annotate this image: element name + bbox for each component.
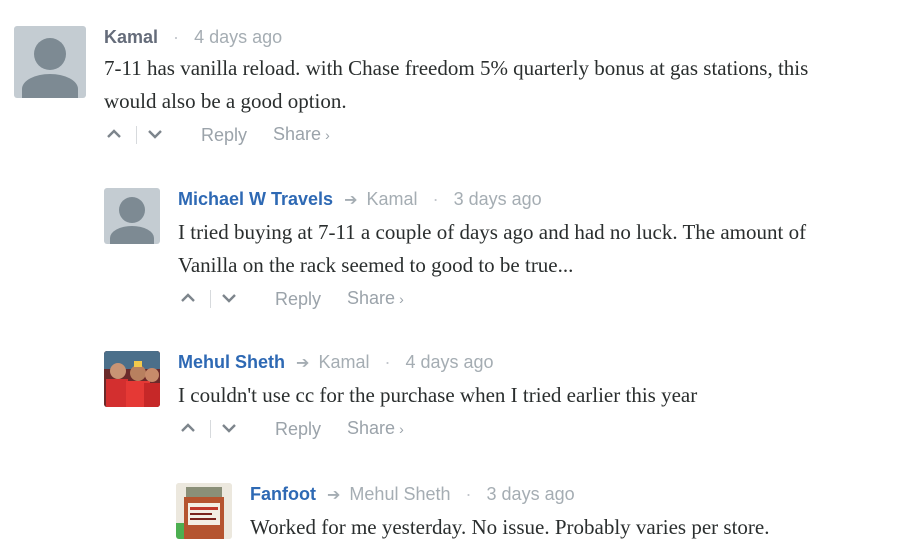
comment-actions: Reply Share ›: [178, 286, 898, 311]
vote-divider: [210, 419, 211, 438]
vote-divider: [210, 289, 211, 308]
separator-dot: ·: [384, 352, 391, 372]
upvote-button[interactable]: [104, 124, 126, 146]
upvote-button[interactable]: [178, 288, 200, 310]
avatar[interactable]: [104, 188, 160, 244]
separator-dot: ·: [465, 484, 472, 504]
comment-text: Worked for me yesterday. No issue. Proba…: [250, 515, 770, 539]
chevron-right-icon: ›: [325, 127, 330, 143]
separator-dot: ·: [173, 27, 180, 47]
chevron-right-icon: ›: [399, 291, 404, 307]
reply-button[interactable]: Reply: [275, 287, 321, 311]
avatar[interactable]: [104, 351, 160, 407]
downvote-button[interactable]: [219, 418, 241, 440]
chevron-down-icon: [148, 129, 162, 139]
comment-text: I couldn't use cc for the purchase when …: [178, 383, 698, 407]
user-photo: [104, 351, 160, 407]
share-button[interactable]: Share ›: [273, 122, 330, 147]
comment-timestamp[interactable]: 4 days ago: [194, 27, 282, 47]
comment-timestamp[interactable]: 3 days ago: [487, 484, 575, 504]
separator-dot: ·: [432, 189, 439, 209]
comment-timestamp[interactable]: 4 days ago: [406, 352, 494, 372]
comment-author[interactable]: Fanfoot: [250, 484, 316, 504]
share-label: Share: [347, 288, 396, 308]
reply-button[interactable]: Reply: [275, 417, 321, 441]
reply-button[interactable]: Reply: [201, 123, 247, 147]
chevron-down-icon: [222, 293, 236, 303]
avatar[interactable]: [176, 483, 232, 539]
comment-author[interactable]: Mehul Sheth: [178, 352, 285, 372]
upvote-button[interactable]: [178, 418, 200, 440]
chevron-up-icon: [181, 292, 195, 302]
comment-text: 7-11 has vanilla reload. with Chase free…: [104, 56, 809, 113]
share-label: Share: [347, 418, 396, 438]
parent-author[interactable]: Kamal: [318, 352, 369, 372]
chevron-down-icon: [222, 423, 236, 433]
parent-author[interactable]: Kamal: [367, 189, 418, 209]
reply-arrow-icon: ➔: [296, 355, 310, 372]
comment-header: Fanfoot ➔ Mehul Sheth · 3 days ago: [250, 483, 900, 507]
user-photo: [176, 483, 232, 539]
share-label: Share: [273, 124, 322, 144]
vote-divider: [136, 125, 137, 144]
comment-author[interactable]: Michael W Travels: [178, 189, 333, 209]
comment-author[interactable]: Kamal: [104, 27, 158, 47]
reply-arrow-icon: ➔: [327, 487, 341, 504]
comment-header: Michael W Travels ➔ Kamal · 3 days ago: [178, 188, 898, 212]
chevron-up-icon: [181, 422, 195, 432]
downvote-button[interactable]: [219, 288, 241, 310]
comment-text: I tried buying at 7-11 a couple of days …: [178, 220, 807, 277]
comment-header: Kamal · 4 days ago: [104, 26, 864, 48]
comment-actions: Reply Share ›: [104, 122, 864, 147]
comment-header: Mehul Sheth ➔ Kamal · 4 days ago: [178, 351, 898, 375]
comment-timestamp[interactable]: 3 days ago: [454, 189, 542, 209]
chevron-up-icon: [107, 128, 121, 138]
reply-arrow-icon: ➔: [344, 192, 358, 209]
share-button[interactable]: Share ›: [347, 286, 404, 311]
avatar[interactable]: [14, 26, 86, 98]
comment-actions: Reply Share ›: [178, 416, 898, 441]
downvote-button[interactable]: [145, 124, 167, 146]
share-button[interactable]: Share ›: [347, 416, 404, 441]
chevron-right-icon: ›: [399, 421, 404, 437]
parent-author[interactable]: Mehul Sheth: [349, 484, 450, 504]
